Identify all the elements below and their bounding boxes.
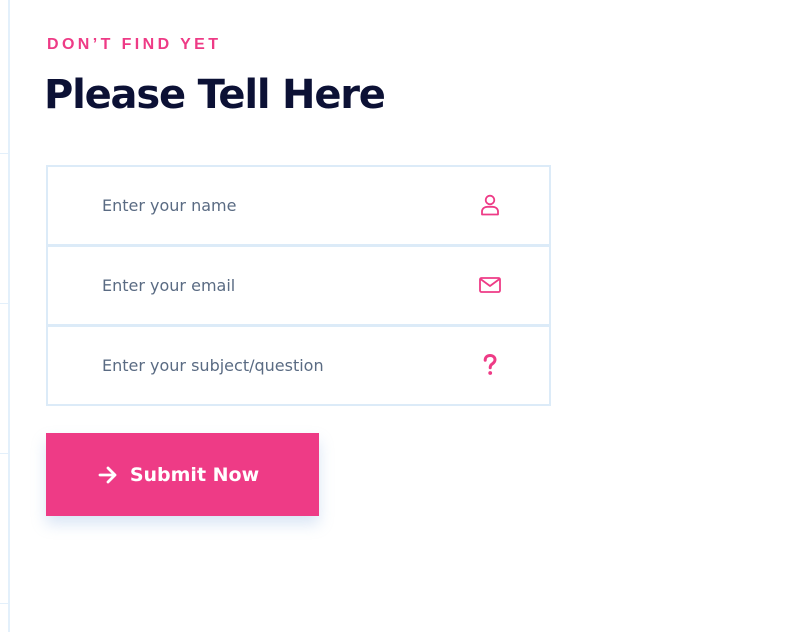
email-field <box>46 245 551 326</box>
page-title: Please Tell Here <box>44 72 386 118</box>
email-input[interactable] <box>102 247 462 324</box>
user-icon <box>478 193 502 217</box>
left-divider-tick <box>0 303 8 304</box>
contact-form <box>46 165 551 406</box>
left-divider-tick <box>0 603 8 604</box>
name-input[interactable] <box>102 167 462 244</box>
submit-button-label: Submit Now <box>129 463 260 486</box>
subject-input[interactable] <box>102 327 462 404</box>
left-divider-tick <box>0 153 8 154</box>
left-divider-tick <box>0 453 8 454</box>
arrow-right-icon <box>98 466 118 484</box>
subject-field <box>46 325 551 406</box>
submit-button[interactable]: Submit Now <box>46 433 319 516</box>
left-divider <box>8 0 10 632</box>
name-field <box>46 165 551 246</box>
section-eyebrow: DON’T FIND YET <box>47 36 222 53</box>
envelope-icon <box>478 273 502 297</box>
question-icon <box>478 353 502 377</box>
